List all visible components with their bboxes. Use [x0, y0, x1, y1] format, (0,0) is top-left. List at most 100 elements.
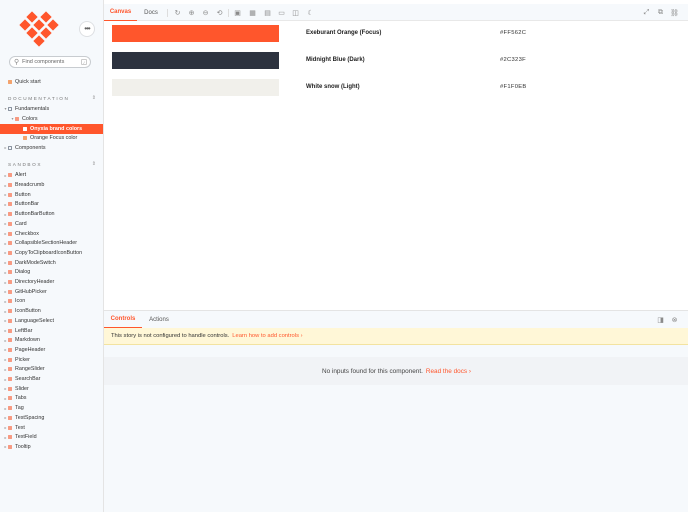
component-icon — [8, 347, 12, 352]
sidebar-item-darkmodeswitch[interactable]: ▸ DarkModeSwitch — [0, 258, 103, 268]
open-new-tab-icon[interactable]: ⧉ — [656, 8, 665, 17]
sidebar-item-fundamentals[interactable]: ▾ Fundamentals — [0, 104, 103, 114]
sidebar-item-markdown[interactable]: ▸ Markdown — [0, 335, 103, 345]
sidebar-item-textfield[interactable]: ▸ TextField — [0, 432, 103, 442]
viewport-icon[interactable]: ▤ — [263, 8, 272, 17]
component-icon — [8, 280, 12, 285]
search-icon: ⚲ — [14, 59, 20, 66]
toolbar: Canvas Docs ↻ ⊕ ⊖ ⟲ ▣ ▦ ▤ ▭ ◫ ☾ ⤢ ⧉ ⛓ — [104, 4, 688, 21]
search-box[interactable]: ⚲ / — [9, 56, 91, 68]
tab-docs[interactable]: Docs — [140, 4, 162, 21]
component-icon — [8, 192, 12, 197]
folder-icon — [8, 145, 12, 150]
sidebar-item-iconbutton[interactable]: ▸ IconButton — [0, 306, 103, 316]
color-swatch — [112, 79, 279, 96]
zoom-in-icon[interactable]: ⊕ — [187, 8, 196, 17]
search-input[interactable] — [22, 59, 81, 65]
sidebar-item-testspacing[interactable]: ▸ TestSpacing — [0, 413, 103, 423]
panel-orientation-icon[interactable]: ◨ — [656, 315, 665, 324]
component-icon — [8, 425, 12, 430]
color-name: Midnight Blue (Dark) — [306, 57, 365, 63]
background-icon[interactable]: ▣ — [233, 8, 242, 17]
component-icon — [8, 415, 12, 420]
sidebar-item-collapsiblesectionheader[interactable]: ▸ CollapsibleSectionHeader — [0, 238, 103, 248]
sidebar-item-picker[interactable]: ▸ Picker — [0, 355, 103, 365]
sidebar-item-tooltip[interactable]: ▸ Tooltip — [0, 442, 103, 452]
onyxia-logo[interactable] — [14, 11, 64, 47]
tab-canvas[interactable]: Canvas — [104, 4, 137, 21]
component-icon — [8, 318, 12, 323]
sidebar-item-orange-focus-color[interactable]: Orange Focus color — [0, 133, 103, 143]
theme-icon[interactable]: ☾ — [306, 8, 315, 17]
folder-icon — [8, 106, 12, 111]
component-icon — [8, 377, 12, 382]
sidebar-item-icon[interactable]: ▸ Icon — [0, 297, 103, 307]
sidebar-item-rangeslider[interactable]: ▸ RangeSlider — [0, 365, 103, 375]
tab-controls[interactable]: Controls — [104, 311, 142, 328]
sidebar-item-colors[interactable]: ▾ Colors — [0, 114, 103, 124]
sidebar-item-languageselect[interactable]: ▸ LanguageSelect — [0, 316, 103, 326]
sidebar-item-alert[interactable]: ▸ Alert — [0, 171, 103, 181]
search-shortcut: / — [81, 59, 87, 65]
read-docs-link[interactable]: Read the docs › — [426, 368, 471, 375]
expand-all-icon[interactable]: ⇕ — [92, 95, 96, 101]
sidebar-item-leftbar[interactable]: ▸ LeftBar — [0, 326, 103, 336]
menu-button[interactable]: ••• — [80, 22, 94, 36]
fullscreen-icon[interactable]: ⤢ — [642, 8, 651, 17]
section-documentation[interactable]: DOCUMENTATION ⇕ — [8, 94, 96, 102]
sidebar-item-checkbox[interactable]: ▸ Checkbox — [0, 229, 103, 239]
close-icon[interactable]: ⊗ — [670, 315, 679, 324]
component-icon — [8, 299, 12, 304]
component-icon — [8, 289, 12, 294]
sidebar-item-searchbar[interactable]: ▸ SearchBar — [0, 374, 103, 384]
component-icon — [15, 116, 19, 121]
component-icon — [8, 183, 12, 188]
sidebar-item-breadcrumb[interactable]: ▸ Breadcrumb — [0, 180, 103, 190]
measure-icon[interactable]: ◫ — [291, 8, 300, 17]
component-icon — [8, 406, 12, 411]
sidebar-item-components[interactable]: ▸ Components — [0, 143, 103, 153]
color-hex: #2C323F — [500, 57, 526, 63]
color-name: White snow (Light) — [306, 84, 360, 90]
toolbar-divider — [167, 9, 168, 17]
sidebar-item-quick-start[interactable]: Quick start — [0, 77, 103, 87]
component-icon — [8, 212, 12, 217]
sidebar-item-button[interactable]: ▸ Button — [0, 190, 103, 200]
sidebar-item-buttonbarbutton[interactable]: ▸ ButtonBarButton — [0, 209, 103, 219]
sidebar-item-tabs[interactable]: ▸ Tabs — [0, 394, 103, 404]
story-icon — [23, 135, 27, 140]
tab-actions[interactable]: Actions — [144, 311, 174, 328]
component-icon — [8, 241, 12, 246]
sidebar-item-tag[interactable]: ▸ Tag — [0, 403, 103, 413]
component-icon — [8, 444, 12, 449]
grid-icon[interactable]: ▦ — [248, 8, 257, 17]
learn-controls-link[interactable]: Learn how to add controls › — [232, 333, 302, 339]
section-sandbox[interactable]: SANDBOX ⇕ — [8, 160, 96, 168]
expand-all-icon[interactable]: ⇕ — [92, 161, 96, 167]
copy-link-icon[interactable]: ⛓ — [670, 8, 679, 17]
addon-tabs: Controls Actions ◨ ⊗ — [104, 311, 688, 328]
component-icon — [8, 221, 12, 226]
component-icon — [8, 435, 12, 440]
no-inputs-message: No inputs found for this component. Read… — [104, 357, 688, 385]
sidebar-item-pageheader[interactable]: ▸ PageHeader — [0, 345, 103, 355]
color-swatch — [112, 25, 279, 42]
sidebar-item-slider[interactable]: ▸ Slider — [0, 384, 103, 394]
document-icon — [8, 79, 12, 84]
sidebar-item-dialog[interactable]: ▸ Dialog — [0, 268, 103, 278]
zoom-reset-icon[interactable]: ⟲ — [215, 8, 224, 17]
color-swatch — [112, 52, 279, 69]
sidebar-item-copytoclipboardiconbutton[interactable]: ▸ CopyToClipboardIconButton — [0, 248, 103, 258]
component-icon — [8, 270, 12, 275]
sidebar-item-buttonbar[interactable]: ▸ ButtonBar — [0, 200, 103, 210]
sidebar-item-githubpicker[interactable]: ▸ GitHubPicker — [0, 287, 103, 297]
component-icon — [8, 202, 12, 207]
sidebar-item-directoryheader[interactable]: ▸ DirectoryHeader — [0, 277, 103, 287]
sidebar-item-text[interactable]: ▸ Text — [0, 423, 103, 433]
component-icon — [8, 260, 12, 265]
zoom-out-icon[interactable]: ⊖ — [201, 8, 210, 17]
reload-icon[interactable]: ↻ — [173, 8, 182, 17]
controls-notice: This story is not configured to handle c… — [104, 328, 688, 345]
outline-icon[interactable]: ▭ — [277, 8, 286, 17]
sidebar-item-card[interactable]: ▸ Card — [0, 219, 103, 229]
